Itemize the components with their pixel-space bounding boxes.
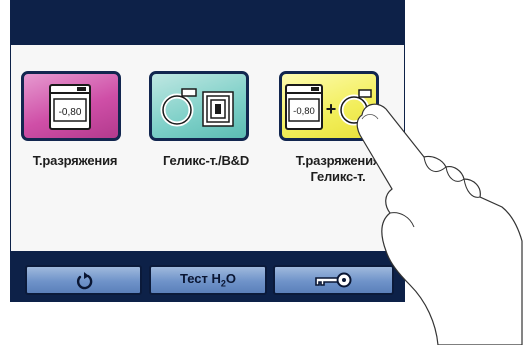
pointing-hand-illustration xyxy=(356,103,523,345)
vacuum-test-icon: -0,80 xyxy=(49,84,91,130)
water-test-button[interactable]: Тест H2O xyxy=(149,265,267,295)
back-button[interactable] xyxy=(25,265,142,295)
tile-1-label: Т.разряжения xyxy=(32,153,118,168)
plus-icon: + xyxy=(326,99,337,119)
tile-3-display-value: -0,80 xyxy=(293,106,315,117)
program-tile-helix-bd[interactable] xyxy=(149,71,249,141)
program-tile-vacuum-test[interactable]: -0,80 xyxy=(21,71,121,141)
helix-bowie-dick-icon xyxy=(160,88,234,127)
tile-2-label: Геликс-т./B&D xyxy=(162,153,250,168)
back-arrow-icon xyxy=(76,272,92,290)
tile-1-display-value: -0,80 xyxy=(59,107,82,118)
water-test-label: Тест H2O xyxy=(179,271,237,289)
top-bar xyxy=(11,1,404,45)
